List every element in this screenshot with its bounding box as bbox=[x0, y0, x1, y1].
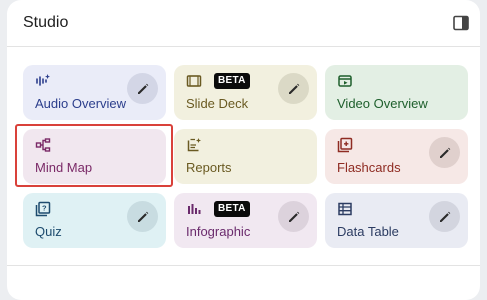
card-video-overview[interactable]: Video Overview bbox=[325, 65, 468, 120]
flashcards-icon bbox=[337, 137, 353, 153]
card-label: Quiz bbox=[35, 224, 62, 239]
studio-title: Studio bbox=[23, 14, 69, 31]
beta-badge: BETA bbox=[214, 201, 250, 217]
studio-header: Studio bbox=[7, 0, 480, 46]
card-label: Reports bbox=[186, 160, 232, 175]
selection-highlight bbox=[15, 124, 173, 187]
pencil-icon bbox=[439, 147, 450, 158]
card-label: Audio Overview bbox=[35, 96, 127, 111]
pencil-icon bbox=[137, 83, 148, 94]
edit-button[interactable] bbox=[127, 201, 158, 232]
reports-icon bbox=[187, 138, 201, 152]
edit-button[interactable] bbox=[429, 201, 460, 232]
card-data-table[interactable]: Data Table bbox=[325, 193, 468, 248]
quiz-icon: ? bbox=[35, 201, 51, 217]
edit-button[interactable] bbox=[429, 137, 460, 168]
audio-waveform-icon bbox=[36, 74, 50, 86]
table-icon bbox=[338, 202, 352, 216]
pencil-icon bbox=[137, 211, 148, 222]
pencil-icon bbox=[439, 211, 450, 222]
panel-toggle-icon[interactable] bbox=[452, 14, 470, 32]
edit-button[interactable] bbox=[278, 73, 309, 104]
header-divider bbox=[7, 46, 480, 47]
card-audio-overview[interactable]: Audio Overview bbox=[23, 65, 166, 120]
infographic-icon bbox=[188, 204, 201, 214]
card-quiz[interactable]: ? Quiz bbox=[23, 193, 166, 248]
bottom-divider bbox=[7, 265, 480, 266]
svg-text:?: ? bbox=[42, 204, 47, 213]
card-label: Video Overview bbox=[337, 96, 428, 111]
card-label: Infographic bbox=[186, 224, 251, 239]
pencil-icon bbox=[288, 83, 299, 94]
edit-button[interactable] bbox=[127, 73, 158, 104]
card-label: Slide Deck bbox=[186, 96, 249, 111]
beta-badge: BETA bbox=[214, 73, 250, 89]
card-slide-deck[interactable]: BETA Slide Deck bbox=[174, 65, 317, 120]
edit-button[interactable] bbox=[278, 201, 309, 232]
card-infographic[interactable]: BETA Infographic bbox=[174, 193, 317, 248]
card-label: Data Table bbox=[337, 224, 399, 239]
video-icon bbox=[338, 75, 352, 87]
card-label: Flashcards bbox=[337, 160, 401, 175]
card-flashcards[interactable]: Flashcards bbox=[325, 129, 468, 184]
card-reports[interactable]: Reports bbox=[174, 129, 317, 184]
pencil-icon bbox=[288, 211, 299, 222]
slides-icon bbox=[186, 75, 202, 87]
